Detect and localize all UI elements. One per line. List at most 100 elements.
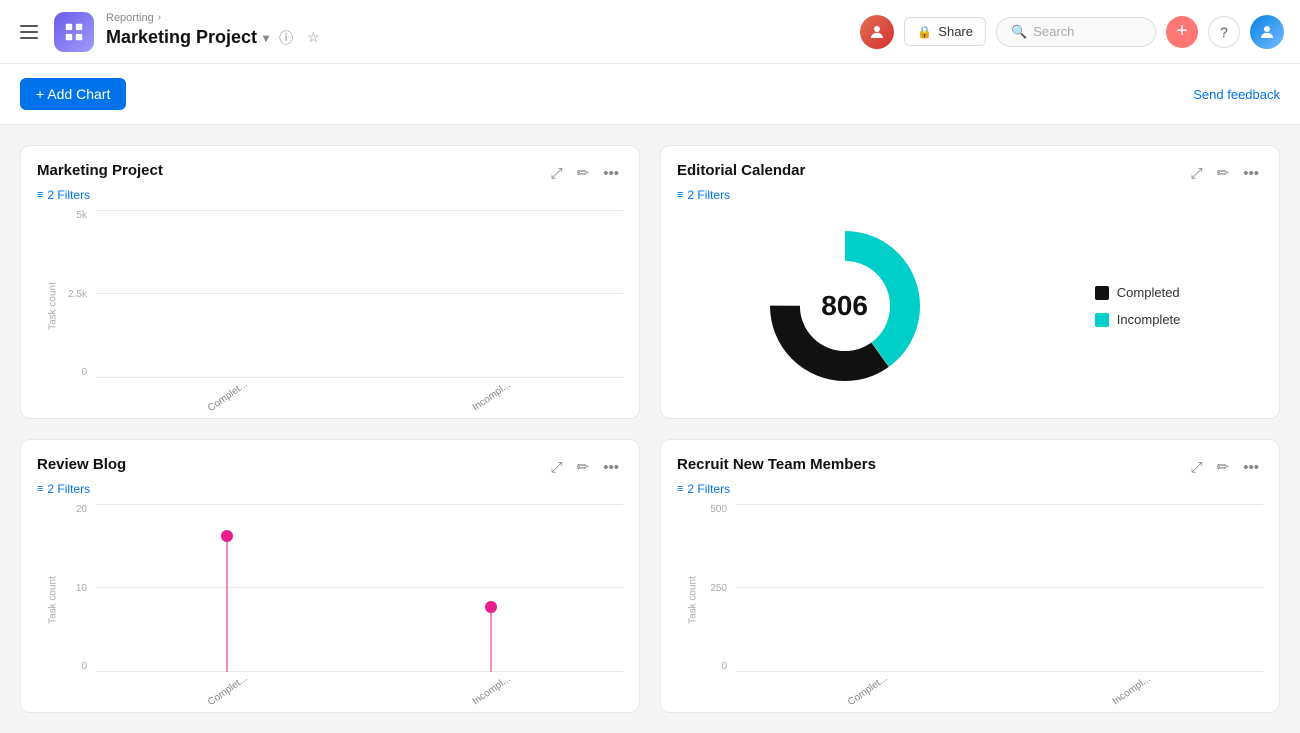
breadcrumb-area: Reporting › Marketing Project ▾ ⓘ ☆ [106, 12, 324, 52]
chart-editorial-calendar: Editorial Calendar ⤢ ✏ ••• ≡ 2 Filters 8… [660, 145, 1280, 419]
breadcrumb-chevron: › [158, 12, 161, 23]
more-button-1[interactable]: ••• [599, 162, 623, 184]
y-axis-3: 0 10 20 [67, 504, 95, 696]
legend-label-completed: Completed [1117, 285, 1180, 300]
breadcrumb: Reporting › [106, 12, 324, 24]
card-header-4: Recruit New Team Members ⤢ ✏ ••• [677, 456, 1263, 478]
lollipop-area-3: Complet... Incompl... [95, 504, 623, 696]
y-label-2-3: 20 [67, 504, 87, 515]
lollipop-stem-incomplete [490, 613, 492, 672]
expand-button-2[interactable]: ⤢ [1187, 162, 1207, 184]
filter-tag-2[interactable]: ≡ 2 Filters [677, 188, 1263, 202]
chart-title-1: Marketing Project [37, 162, 163, 179]
card-actions-3: ⤢ ✏ ••• [547, 456, 623, 478]
legend-dot-completed [1095, 286, 1109, 300]
chart-recruit-new: Recruit New Team Members ⤢ ✏ ••• ≡ 2 Fil… [660, 439, 1280, 713]
legend-label-incomplete: Incomplete [1117, 312, 1181, 327]
donut-center-value: 806 [821, 290, 868, 322]
filter-icon-3: ≡ [37, 483, 43, 495]
lollipop-stem-completed [226, 542, 228, 672]
dashboard-grid: Marketing Project ⤢ ✏ ••• ≡ 2 Filters Ta… [0, 125, 1300, 733]
search-placeholder: Search [1033, 24, 1074, 39]
more-button-2[interactable]: ••• [1239, 162, 1263, 184]
donut-area-2: 806 Completed Incomplete [677, 210, 1263, 402]
chart-marketing-project: Marketing Project ⤢ ✏ ••• ≡ 2 Filters Ta… [20, 145, 640, 419]
y-axis-label-4: Task count [687, 576, 698, 624]
edit-button-3[interactable]: ✏ [573, 456, 594, 478]
lollipop-completed-3 [221, 530, 233, 672]
card-header-1: Marketing Project ⤢ ✏ ••• [37, 162, 623, 184]
chart-title-2: Editorial Calendar [677, 162, 805, 179]
filter-icon-2: ≡ [677, 189, 683, 201]
filter-tag-1[interactable]: ≡ 2 Filters [37, 188, 623, 202]
add-chart-label: + Add Chart [36, 86, 110, 102]
card-actions-1: ⤢ ✏ ••• [547, 162, 623, 184]
y-axis-label-3: Task count [47, 576, 58, 624]
filter-icon-4: ≡ [677, 483, 683, 495]
y-label-1-3: 10 [67, 583, 87, 594]
bars-area-4: Complet... Incompl... [735, 504, 1263, 696]
card-actions-2: ⤢ ✏ ••• [1187, 162, 1263, 184]
y-axis-1: 0 2.5k 5k [67, 210, 95, 402]
filter-tag-3[interactable]: ≡ 2 Filters [37, 482, 623, 496]
lock-icon: 🔒 [917, 25, 932, 39]
more-button-3[interactable]: ••• [599, 456, 623, 478]
hamburger-menu-button[interactable] [16, 21, 42, 43]
y-axis-label-1: Task count [47, 282, 58, 330]
edit-button-4[interactable]: ✏ [1213, 456, 1234, 478]
chart-title-4: Recruit New Team Members [677, 456, 876, 473]
expand-button-4[interactable]: ⤢ [1187, 456, 1207, 478]
lollipop-groups-3 [95, 504, 623, 696]
user-avatar-1 [860, 15, 894, 49]
y-label-0-3: 0 [67, 661, 87, 672]
chart-review-blog: Review Blog ⤢ ✏ ••• ≡ 2 Filters Task cou… [20, 439, 640, 713]
star-button[interactable]: ☆ [303, 25, 324, 50]
legend-completed: Completed [1095, 285, 1181, 300]
y-label-2-4: 500 [707, 504, 727, 515]
help-button[interactable]: ? [1208, 16, 1240, 48]
filter-tag-4[interactable]: ≡ 2 Filters [677, 482, 1263, 496]
card-actions-4: ⤢ ✏ ••• [1187, 456, 1263, 478]
filter-label-2: 2 Filters [687, 188, 730, 202]
expand-button-3[interactable]: ⤢ [547, 456, 567, 478]
card-header-2: Editorial Calendar ⤢ ✏ ••• [677, 162, 1263, 184]
add-button[interactable]: + [1166, 16, 1198, 48]
edit-button-2[interactable]: ✏ [1213, 162, 1234, 184]
bars-area-1: Complet... Incompl... [95, 210, 623, 402]
lollipop-incomplete-3 [485, 601, 497, 672]
filter-label-1: 2 Filters [47, 188, 90, 202]
app-header: Reporting › Marketing Project ▾ ⓘ ☆ 🔒 Sh… [0, 0, 1300, 64]
y-label-0-4: 0 [707, 661, 727, 672]
page-title: Marketing Project [106, 27, 257, 48]
legend-incomplete: Incomplete [1095, 312, 1181, 327]
y-label-1-4: 250 [707, 583, 727, 594]
lollipop-head-incomplete [485, 601, 497, 613]
filter-icon-1: ≡ [37, 189, 43, 201]
search-box[interactable]: 🔍 Search [996, 17, 1156, 47]
donut-chart-2: 806 [760, 221, 930, 391]
breadcrumb-text: Reporting [106, 12, 154, 24]
y-label-2: 5k [67, 210, 87, 221]
toolbar: + Add Chart Send feedback [0, 64, 1300, 125]
y-label-0: 0 [67, 367, 87, 378]
legend-dot-incomplete [1095, 313, 1109, 327]
y-label-1: 2.5k [67, 289, 87, 300]
chart-title-3: Review Blog [37, 456, 126, 473]
donut-legend-2: Completed Incomplete [1095, 285, 1181, 327]
card-header-3: Review Blog ⤢ ✏ ••• [37, 456, 623, 478]
send-feedback-link[interactable]: Send feedback [1193, 87, 1280, 102]
filter-label-3: 2 Filters [47, 482, 90, 496]
edit-button-1[interactable]: ✏ [573, 162, 594, 184]
y-axis-4: 0 250 500 [707, 504, 735, 696]
title-dropdown-icon[interactable]: ▾ [263, 31, 269, 45]
bar-groups-4 [735, 504, 1263, 696]
user-avatar-2 [1250, 15, 1284, 49]
share-label: Share [938, 24, 973, 39]
expand-button-1[interactable]: ⤢ [547, 162, 567, 184]
header-right: 🔒 Share 🔍 Search + ? [860, 15, 1284, 49]
share-button[interactable]: 🔒 Share [904, 17, 986, 46]
search-icon: 🔍 [1011, 24, 1027, 40]
more-button-4[interactable]: ••• [1239, 456, 1263, 478]
info-button[interactable]: ⓘ [275, 24, 297, 52]
add-chart-button[interactable]: + Add Chart [20, 78, 126, 110]
